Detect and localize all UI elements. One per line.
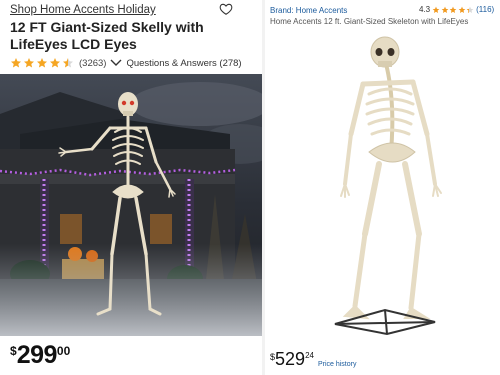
questions-answers-link[interactable]: Questions & Answers (278) — [126, 58, 241, 69]
star-rating — [432, 6, 474, 14]
star-icon — [441, 6, 448, 13]
price-cents: 00 — [56, 344, 71, 358]
product-title: 12 FT Giant-Sized Skelly with LifeEyes L… — [10, 19, 250, 53]
price-dollars: 529 — [275, 349, 306, 369]
review-count[interactable]: (116) — [476, 5, 494, 14]
star-icon — [37, 58, 47, 68]
product-title: Home Accents 12 ft. Giant-Sized Skeleton… — [270, 17, 469, 26]
price-dollars: 299 — [16, 341, 58, 369]
star-icon — [449, 6, 457, 13]
review-count[interactable]: (3263) — [79, 58, 106, 69]
star-icon — [11, 58, 21, 68]
rating-row: (3263) Questions & Answers (278) — [10, 56, 242, 70]
heart-outline-icon[interactable] — [219, 2, 233, 16]
shop-brand-link[interactable]: Shop Home Accents Holiday — [10, 4, 156, 16]
star-half-icon — [466, 6, 474, 13]
star-icon — [24, 58, 34, 68]
product-title-line-2: LifeEyes LCD Eyes — [10, 36, 137, 52]
product-image[interactable] — [315, 34, 500, 340]
price-left: $ 299 00 — [10, 342, 70, 368]
price-right: $ 529 24 Price history — [270, 350, 356, 369]
star-icon — [432, 6, 440, 13]
listing-panel-right: Brand: Home Accents 4.3 (116) Home Accen… — [265, 0, 500, 375]
rating-value: 4.3 — [419, 5, 431, 14]
rating-summary[interactable]: 4.3 (116) — [419, 5, 494, 14]
star-rating[interactable] — [10, 57, 74, 69]
brand-link[interactable]: Brand: Home Accents — [270, 6, 347, 15]
star-icon — [458, 6, 465, 13]
product-lifestyle-image[interactable] — [0, 74, 262, 336]
listing-panel-left: Shop Home Accents Holiday 12 FT Giant-Si… — [0, 0, 262, 375]
price-history-link[interactable]: Price history — [318, 361, 357, 368]
product-title-line-1: 12 FT Giant-Sized Skelly with — [10, 19, 204, 35]
chevron-down-icon[interactable] — [110, 58, 122, 68]
price-currency: $ — [10, 344, 17, 358]
star-icon — [50, 58, 60, 68]
price-cents: 24 — [305, 351, 314, 360]
star-half-icon — [63, 58, 73, 68]
